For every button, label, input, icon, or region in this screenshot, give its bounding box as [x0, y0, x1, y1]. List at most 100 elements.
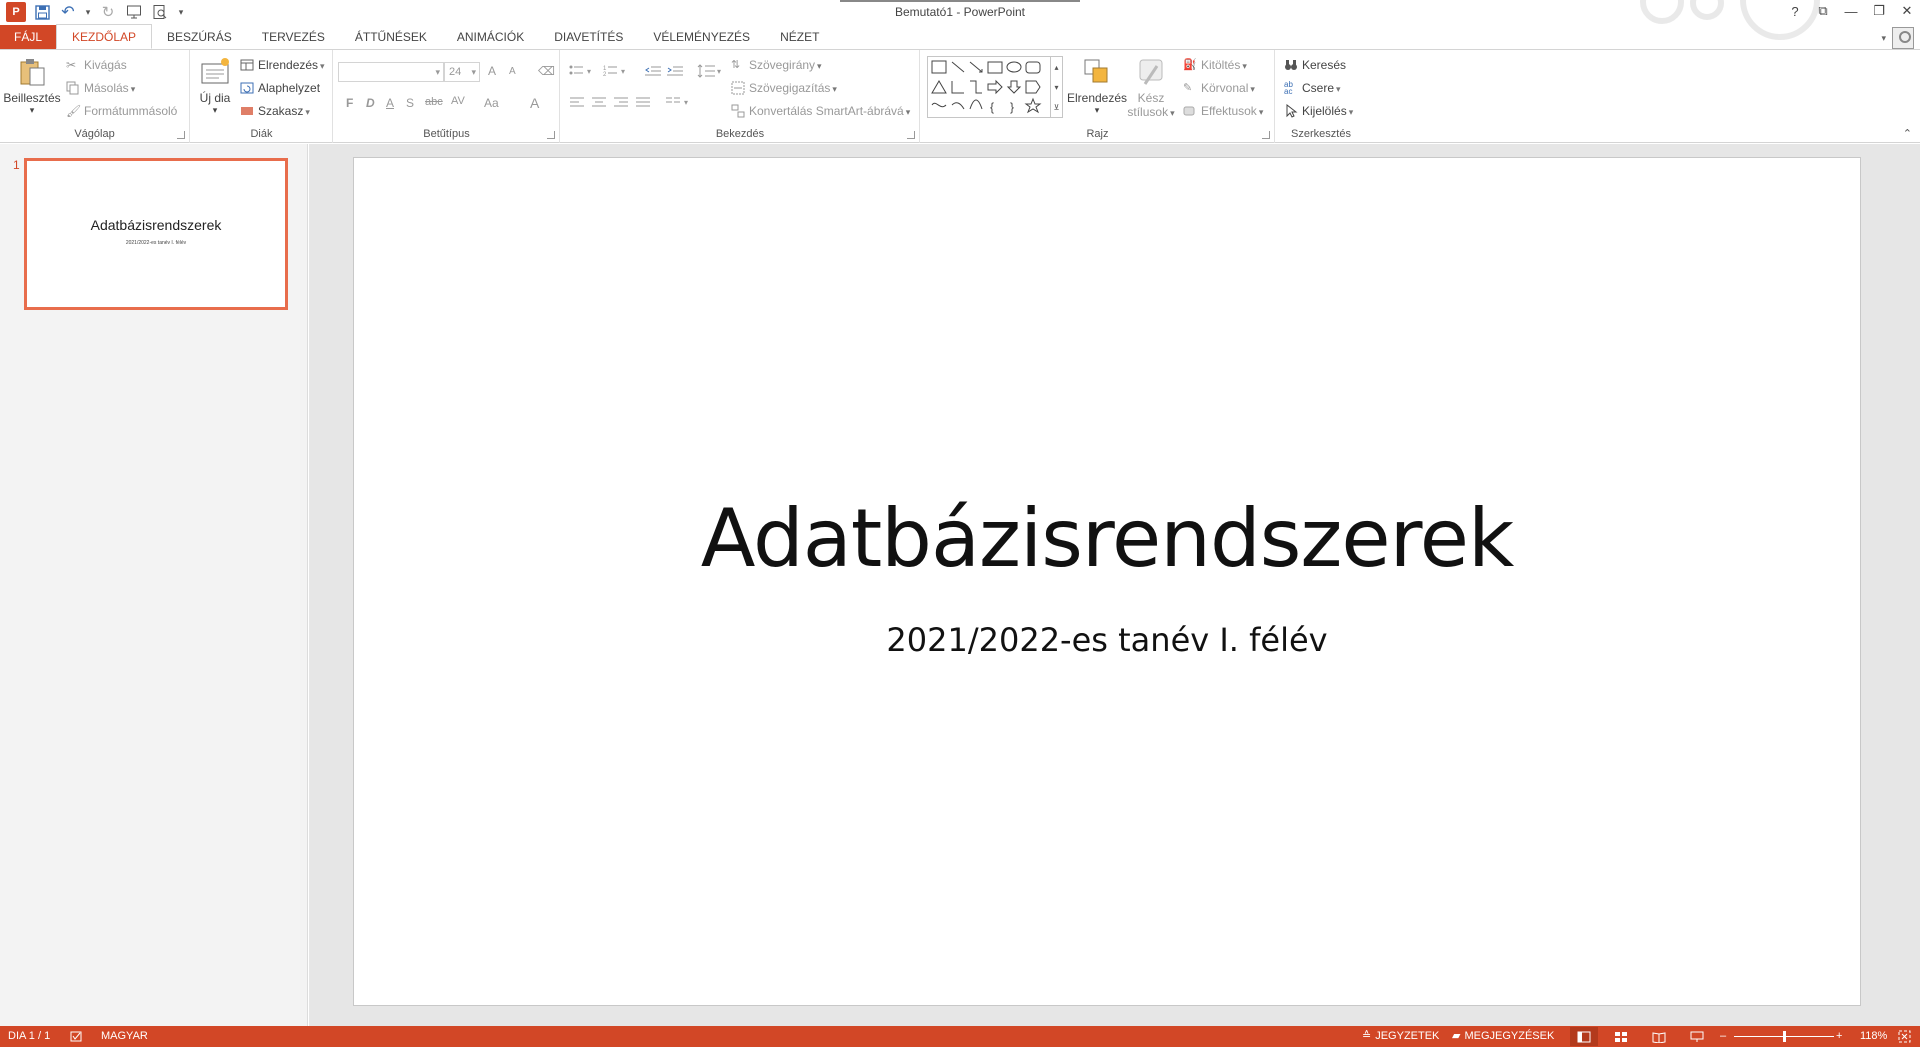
tab-design[interactable]: TERVEZÉS [247, 25, 340, 49]
replace-button[interactable]: ab ac Csere [1284, 78, 1341, 98]
font-color-button[interactable]: A [530, 95, 539, 111]
clear-formatting-icon[interactable]: ⌫ [538, 64, 555, 78]
shrink-font-icon[interactable]: A [509, 66, 516, 77]
language-indicator[interactable]: MAGYAR [101, 1026, 148, 1047]
tab-file[interactable]: FÁJL [0, 25, 57, 49]
svg-text:}: } [1010, 100, 1014, 114]
shapes-gallery[interactable]: { } ▴ ▾ ⊻ [927, 56, 1063, 118]
strikethrough-button[interactable]: abc [425, 96, 443, 108]
tab-slideshow[interactable]: DIAVETÍTÉS [539, 25, 638, 49]
tab-view[interactable]: NÉZET [765, 25, 834, 49]
ribbon: Beillesztés ▾ ✂ Kivágás Másolás 🖌 Formát… [0, 49, 1920, 143]
character-spacing-button[interactable]: AV [451, 95, 465, 107]
ribbon-display-options-button[interactable]: ⧉ [1814, 2, 1832, 20]
grow-font-icon[interactable]: A [488, 64, 496, 78]
zoom-level[interactable]: 118% [1860, 1026, 1887, 1047]
tab-review[interactable]: VÉLEMÉNYEZÉS [638, 25, 765, 49]
shape-outline-button[interactable]: ✎ Körvonal [1183, 78, 1255, 98]
slide-subtitle[interactable]: 2021/2022-es tanév I. félév [354, 621, 1860, 659]
format-painter-label: Formátummásoló [84, 104, 178, 118]
align-left-icon[interactable] [569, 96, 585, 110]
bold-button[interactable]: F [346, 96, 353, 110]
columns-icon[interactable]: ▾ [665, 96, 693, 110]
slide-thumbnail[interactable]: Adatbázisrendszerek 2021/2022-es tanév I… [24, 158, 288, 310]
arrange-button[interactable]: Elrendezés ▾ [1067, 56, 1127, 116]
cut-button[interactable]: ✂ Kivágás [66, 55, 127, 75]
align-right-icon[interactable] [613, 96, 629, 110]
underline-button[interactable]: A [386, 96, 394, 110]
font-name-combobox[interactable]: ▾ [338, 62, 444, 82]
line-spacing-icon[interactable]: ▾ [697, 63, 723, 79]
normal-view-button[interactable] [1570, 1027, 1598, 1046]
text-shadow-button[interactable]: S [406, 96, 414, 110]
text-direction-button[interactable]: ⇅ Szövegirány [731, 55, 822, 75]
spell-check-icon[interactable] [70, 1026, 84, 1047]
shape-fill-button[interactable]: ⛽ Kitöltés [1183, 55, 1247, 75]
account-dropdown-icon[interactable]: ▾ [1881, 33, 1886, 44]
svg-text:{: { [990, 100, 994, 114]
gallery-up-icon[interactable]: ▴ [1054, 63, 1058, 72]
zoom-slider-thumb[interactable] [1783, 1031, 1786, 1042]
align-text-button[interactable]: Szövegigazítás [731, 78, 837, 98]
font-launcher-icon[interactable] [547, 131, 555, 139]
reading-view-button[interactable] [1645, 1027, 1673, 1046]
align-center-icon[interactable] [591, 96, 607, 110]
zoom-out-button[interactable]: – [1720, 1026, 1726, 1047]
paragraph-launcher-icon[interactable] [907, 131, 915, 139]
close-button[interactable]: ✕ [1898, 2, 1916, 20]
font-size-combobox[interactable]: 24 ▾ [444, 62, 480, 82]
format-painter-button[interactable]: 🖌 Formátummásoló [66, 101, 177, 121]
change-case-button[interactable]: Aa [484, 96, 499, 110]
select-button[interactable]: Kijelölés [1284, 101, 1353, 121]
group-editing: Keresés abac Csere Kijelölés Szerkesztés [1276, 50, 1366, 143]
slide-sorter-button[interactable] [1607, 1027, 1635, 1046]
clipboard-launcher-icon[interactable] [177, 131, 185, 139]
increase-indent-icon[interactable] [667, 64, 685, 78]
justify-icon[interactable] [635, 96, 651, 110]
shape-effects-button[interactable]: Effektusok [1183, 101, 1263, 121]
minimize-button[interactable]: — [1842, 2, 1860, 20]
smartart-icon [731, 104, 745, 118]
layout-button[interactable]: Elrendezés [240, 55, 325, 75]
help-button[interactable]: ? [1786, 2, 1804, 20]
comments-button[interactable]: ▰ MEGJEGYZÉSEK [1452, 1026, 1554, 1047]
gallery-more-icon[interactable]: ⊻ [1054, 103, 1060, 112]
layout-label: Elrendezés [258, 58, 325, 72]
decrease-indent-icon[interactable] [645, 64, 663, 78]
quick-styles-button[interactable]: Kész stílusok [1127, 56, 1175, 119]
tab-animations[interactable]: ANIMÁCIÓK [442, 25, 539, 49]
restore-button[interactable]: ❐ [1870, 2, 1888, 20]
slide-canvas[interactable]: Adatbázisrendszerek 2021/2022-es tanév I… [353, 157, 1861, 1006]
quick-styles-label-1: Kész [1137, 91, 1165, 105]
find-button[interactable]: Keresés [1284, 55, 1346, 75]
new-slide-button[interactable]: Új dia ▾ [197, 56, 233, 116]
gallery-scroll[interactable]: ▴ ▾ ⊻ [1050, 57, 1062, 117]
collapse-ribbon-icon[interactable]: ⌃ [1903, 127, 1912, 140]
drawing-launcher-icon[interactable] [1262, 131, 1270, 139]
italic-button[interactable]: D [366, 96, 375, 110]
tab-insert[interactable]: BESZÚRÁS [152, 25, 247, 49]
slide-title[interactable]: Adatbázisrendszerek [354, 492, 1860, 585]
text-direction-label: Szövegirány [749, 58, 822, 72]
convert-smartart-button[interactable]: Konvertálás SmartArt-ábrává [731, 101, 910, 121]
slideshow-view-button[interactable] [1683, 1027, 1711, 1046]
gallery-down-icon[interactable]: ▾ [1054, 83, 1058, 92]
copy-button[interactable]: Másolás [66, 78, 135, 98]
slide-counter[interactable]: DIA 1 / 1 [8, 1026, 50, 1047]
copy-icon [66, 81, 80, 95]
section-button[interactable]: Szakasz [240, 101, 310, 121]
group-slides: Új dia ▾ Elrendezés Alaphelyzet Szakasz … [191, 50, 333, 143]
tab-transitions[interactable]: ÁTTŰNÉSEK [340, 25, 442, 49]
scissors-icon: ✂ [66, 58, 77, 72]
tab-home[interactable]: KEZDŐLAP [56, 24, 153, 49]
convert-smartart-label: Konvertálás SmartArt-ábrává [749, 104, 910, 118]
paste-button[interactable]: Beillesztés ▾ [3, 56, 61, 116]
reset-button[interactable]: Alaphelyzet [240, 78, 320, 98]
numbering-icon[interactable]: 12 ▾ [603, 64, 643, 78]
notes-button[interactable]: ≙ JEGYZETEK [1362, 1026, 1439, 1047]
find-label: Keresés [1302, 58, 1347, 72]
user-avatar[interactable] [1892, 27, 1914, 49]
arrange-icon [1084, 59, 1108, 83]
zoom-in-button[interactable]: + [1836, 1026, 1842, 1047]
fit-to-window-icon[interactable] [1898, 1026, 1911, 1047]
